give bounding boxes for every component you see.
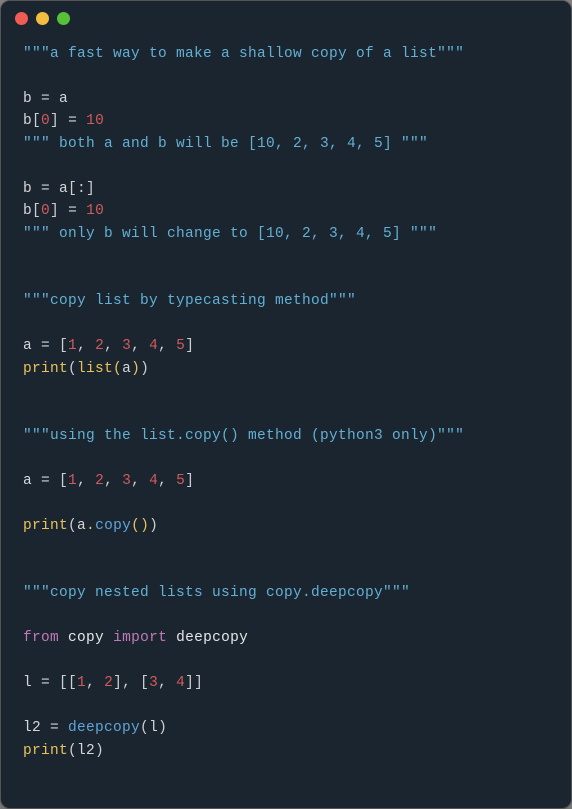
comma: ,: [158, 338, 176, 354]
paren: (: [113, 361, 122, 377]
op-eq: =: [32, 675, 59, 691]
bracket: ]: [185, 338, 194, 354]
fn-deepcopy: deepcopy: [68, 720, 140, 736]
comma: ,: [158, 675, 176, 691]
dot: .: [86, 518, 95, 534]
var-a: a: [23, 473, 32, 489]
paren: ): [140, 518, 149, 534]
comma: ,: [131, 473, 149, 489]
paren: ): [140, 361, 149, 377]
maximize-icon[interactable]: [57, 12, 70, 25]
paren: ): [95, 743, 104, 759]
num: 5: [176, 338, 185, 354]
bracket: ]]: [185, 675, 203, 691]
var-l: l: [149, 720, 158, 736]
docstring: """ both a and b will be [10, 2, 3, 4, 5…: [23, 136, 428, 152]
docstring: """using the list.copy() method (python3…: [23, 428, 464, 444]
paren: (: [131, 518, 140, 534]
kw-import: import: [113, 630, 167, 646]
paren: (: [68, 361, 77, 377]
var-a: a: [59, 91, 68, 107]
num: 3: [122, 338, 131, 354]
docstring: """a fast way to make a shallow copy of …: [23, 46, 464, 62]
op-eq: =: [32, 473, 59, 489]
op-eq: =: [59, 203, 86, 219]
comma: ,: [104, 473, 122, 489]
slice-brackets: [:]: [68, 181, 95, 197]
bracket: [: [59, 473, 68, 489]
comma: ,: [86, 675, 104, 691]
code-area: """a fast way to make a shallow copy of …: [1, 35, 571, 782]
num: 1: [68, 338, 77, 354]
op-eq: =: [32, 338, 59, 354]
paren: ): [149, 518, 158, 534]
bracket-close: ]: [50, 113, 59, 129]
num: 1: [68, 473, 77, 489]
code-editor-window: """a fast way to make a shallow copy of …: [0, 0, 572, 809]
bracket: [[: [59, 675, 77, 691]
docstring: """copy list by typecasting method""": [23, 293, 356, 309]
op-eq: =: [32, 181, 59, 197]
var-a: a: [77, 518, 86, 534]
num-10: 10: [86, 113, 104, 129]
var-b: b: [23, 181, 32, 197]
window-title-bar: [1, 1, 571, 35]
comma: ,: [104, 338, 122, 354]
op-eq: =: [32, 91, 59, 107]
num: 4: [149, 473, 158, 489]
close-icon[interactable]: [15, 12, 28, 25]
bracket: ], [: [113, 675, 149, 691]
paren: ): [131, 361, 140, 377]
num: 1: [77, 675, 86, 691]
comma: ,: [158, 473, 176, 489]
var-a: a: [122, 361, 131, 377]
paren: (: [140, 720, 149, 736]
docstring: """ only b will change to [10, 2, 3, 4, …: [23, 226, 437, 242]
num: 3: [149, 675, 158, 691]
num: 2: [104, 675, 113, 691]
comma: ,: [77, 338, 95, 354]
fn-deepcopy: deepcopy: [176, 630, 248, 646]
paren: ): [158, 720, 167, 736]
fn-print: print: [23, 743, 68, 759]
op-eq: =: [41, 720, 68, 736]
paren: (: [68, 743, 77, 759]
var-l: l: [23, 675, 32, 691]
mod-copy: copy: [68, 630, 104, 646]
bracket-close: ]: [50, 203, 59, 219]
paren: (: [68, 518, 77, 534]
var-l2: l2: [77, 743, 95, 759]
num: 2: [95, 338, 104, 354]
var-b: b: [23, 113, 32, 129]
var-l2: l2: [23, 720, 41, 736]
num-0: 0: [41, 203, 50, 219]
var-a: a: [23, 338, 32, 354]
num: 3: [122, 473, 131, 489]
comma: ,: [77, 473, 95, 489]
num: 2: [95, 473, 104, 489]
var-b: b: [23, 203, 32, 219]
fn-list: list: [77, 361, 113, 377]
var-b: b: [23, 91, 32, 107]
bracket: [: [59, 338, 68, 354]
bracket-open: [: [32, 203, 41, 219]
bracket-open: [: [32, 113, 41, 129]
kw-from: from: [23, 630, 59, 646]
comma: ,: [131, 338, 149, 354]
var-a: a: [59, 181, 68, 197]
fn-print: print: [23, 518, 68, 534]
fn-copy: copy: [95, 518, 131, 534]
docstring: """copy nested lists using copy.deepcopy…: [23, 585, 410, 601]
minimize-icon[interactable]: [36, 12, 49, 25]
num: 5: [176, 473, 185, 489]
bracket: ]: [185, 473, 194, 489]
op-eq: =: [59, 113, 86, 129]
num-10: 10: [86, 203, 104, 219]
fn-print: print: [23, 361, 68, 377]
num-0: 0: [41, 113, 50, 129]
num: 4: [149, 338, 158, 354]
num: 4: [176, 675, 185, 691]
